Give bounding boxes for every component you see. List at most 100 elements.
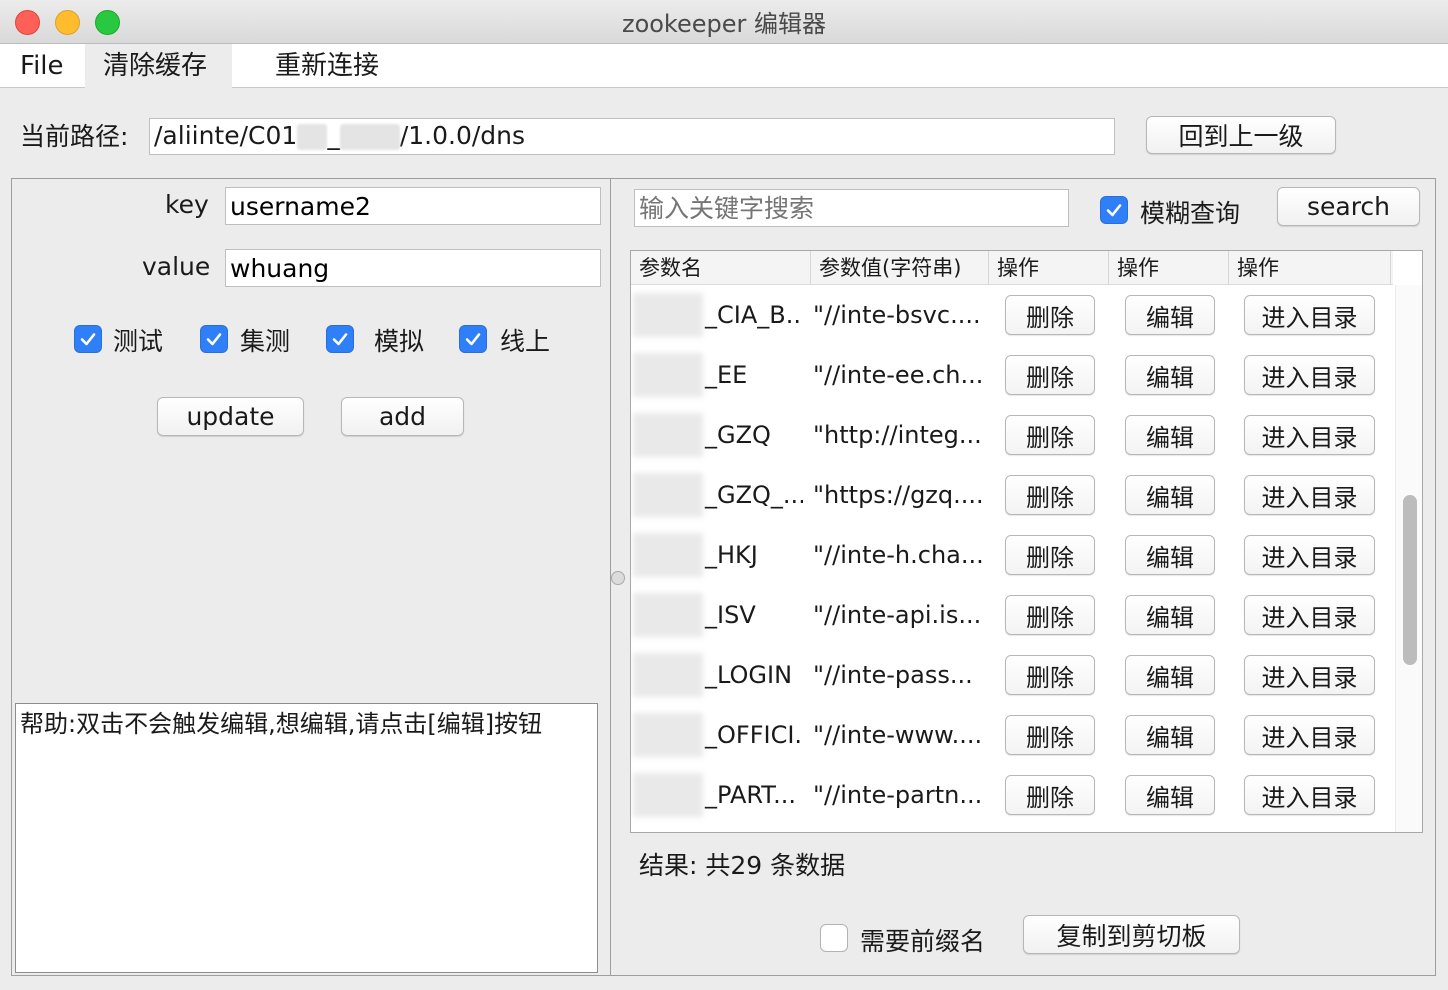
back-up-level-button[interactable]: 回到上一级	[1146, 116, 1336, 154]
params-table: 参数名 参数值(字符串) 操作 操作 操作 _CIA_B... "//inte-b…	[630, 250, 1423, 833]
edit-button[interactable]: 编辑	[1125, 475, 1215, 515]
env-online-label: 线上	[500, 327, 551, 356]
param-name: _CIA_B...	[705, 301, 803, 329]
delete-button[interactable]: 删除	[1005, 775, 1095, 815]
menu-file[interactable]: File	[2, 44, 82, 88]
param-value[interactable]: "//inte-api.is...	[813, 585, 988, 645]
param-value[interactable]: "//inte-h.cha...	[813, 525, 988, 585]
edit-button[interactable]: 编辑	[1125, 775, 1215, 815]
param-name: _ISV	[705, 601, 756, 629]
help-text-area[interactable]: 帮助:双击不会触发编辑,想编辑,请点击[编辑]按钮	[15, 703, 598, 973]
param-name-cell[interactable]: _EE	[631, 345, 803, 405]
edit-button[interactable]: 编辑	[1125, 355, 1215, 395]
table-header: 参数名 参数值(字符串) 操作 操作 操作	[631, 251, 1393, 285]
column-header-action-2[interactable]: 操作	[1109, 251, 1229, 285]
current-path-field[interactable]: /aliinte/C01 _ /1.0.0/dns	[149, 118, 1115, 155]
enter-directory-button[interactable]: 进入目录	[1244, 475, 1375, 515]
column-header-value[interactable]: 参数值(字符串)	[811, 251, 989, 285]
table-row[interactable]: _EE "//inte-ee.ch... 删除 编辑 进入目录	[631, 345, 1391, 405]
menu-clear-cache[interactable]: 清除缓存	[85, 44, 232, 88]
delete-button[interactable]: 删除	[1005, 295, 1095, 335]
delete-button[interactable]: 删除	[1005, 715, 1095, 755]
key-input[interactable]	[225, 187, 601, 225]
check-icon	[465, 333, 481, 346]
delete-button[interactable]: 删除	[1005, 595, 1095, 635]
param-name-cell[interactable]: _CIA_B...	[631, 285, 803, 345]
param-value[interactable]: "//inte-partn...	[813, 765, 988, 825]
path-prefix: /aliinte/C01	[154, 121, 298, 150]
table-scrollbar-thumb[interactable]	[1403, 495, 1417, 665]
param-name-cell[interactable]: _GZQ_...	[631, 465, 803, 525]
redacted-block	[633, 473, 703, 517]
edit-button[interactable]: 编辑	[1125, 595, 1215, 635]
edit-button[interactable]: 编辑	[1125, 715, 1215, 755]
search-input[interactable]	[634, 189, 1069, 227]
param-value[interactable]: "https://gzq....	[813, 465, 988, 525]
enter-directory-button[interactable]: 进入目录	[1244, 775, 1375, 815]
enter-directory-button[interactable]: 进入目录	[1244, 295, 1375, 335]
update-button[interactable]: update	[157, 397, 304, 436]
column-header-name[interactable]: 参数名	[631, 251, 811, 285]
maximize-window-button[interactable]	[95, 10, 120, 35]
table-row[interactable]: _GZQ_... "https://gzq.... 删除 编辑 进入目录	[631, 465, 1391, 525]
need-prefix-checkbox[interactable]	[820, 924, 848, 952]
column-header-action-1[interactable]: 操作	[989, 251, 1109, 285]
redacted-block	[633, 353, 703, 397]
enter-directory-button[interactable]: 进入目录	[1244, 595, 1375, 635]
param-value[interactable]: "//inte-ee.ch...	[813, 345, 988, 405]
param-name: _OFFICI...	[705, 721, 803, 749]
delete-button[interactable]: 删除	[1005, 355, 1095, 395]
enter-directory-button[interactable]: 进入目录	[1244, 415, 1375, 455]
table-row[interactable]: _ISV "//inte-api.is... 删除 编辑 进入目录	[631, 585, 1391, 645]
table-row[interactable]: _LOGIN "//inte-pass... 删除 编辑 进入目录	[631, 645, 1391, 705]
redacted-block	[633, 413, 703, 457]
param-value[interactable]: "http://integ...	[813, 405, 988, 465]
value-input[interactable]	[225, 249, 601, 287]
param-value[interactable]: "//inte-bsvc....	[813, 285, 988, 345]
add-button[interactable]: add	[341, 397, 464, 436]
env-integration-checkbox[interactable]	[200, 325, 228, 353]
fuzzy-search-checkbox[interactable]	[1100, 196, 1128, 224]
enter-directory-button[interactable]: 进入目录	[1244, 355, 1375, 395]
table-row[interactable]: _PART... "//inte-partn... 删除 编辑 进入目录	[631, 765, 1391, 825]
delete-button[interactable]: 删除	[1005, 535, 1095, 575]
env-integration-label: 集测	[240, 327, 291, 356]
delete-button[interactable]: 删除	[1005, 655, 1095, 695]
param-name-cell[interactable]: _LOGIN	[631, 645, 803, 705]
enter-directory-button[interactable]: 进入目录	[1244, 535, 1375, 575]
param-value[interactable]: "//inte-pass...	[813, 645, 988, 705]
param-name: _HKJ	[705, 541, 758, 569]
delete-button[interactable]: 删除	[1005, 475, 1095, 515]
menu-reconnect[interactable]: 重新连接	[257, 44, 397, 88]
table-row[interactable]: _HKJ "//inte-h.cha... 删除 编辑 进入目录	[631, 525, 1391, 585]
param-name-cell[interactable]: _ISV	[631, 585, 803, 645]
enter-directory-button[interactable]: 进入目录	[1244, 715, 1375, 755]
result-count: 结果: 共29 条数据	[639, 851, 846, 880]
delete-button[interactable]: 删除	[1005, 415, 1095, 455]
enter-directory-button[interactable]: 进入目录	[1244, 655, 1375, 695]
param-name-cell[interactable]: _HKJ	[631, 525, 803, 585]
search-button[interactable]: search	[1277, 187, 1420, 226]
need-prefix-label: 需要前缀名	[860, 927, 986, 956]
param-value[interactable]: "//inte-www....	[813, 705, 988, 765]
table-row[interactable]: _OFFICI... "//inte-www.... 删除编辑进入目录	[631, 705, 1391, 765]
table-row[interactable]: _CIA_B... "//inte-bsvc.... 删除 编辑 进入目录	[631, 285, 1391, 345]
param-name-cell[interactable]: _PART...	[631, 765, 803, 825]
table-row[interactable]: _GZQ "http://integ... 删除 编辑 进入目录	[631, 405, 1391, 465]
minimize-window-button[interactable]	[55, 10, 80, 35]
param-name-cell[interactable]: _GZQ	[631, 405, 803, 465]
env-online-checkbox[interactable]	[459, 325, 487, 353]
param-name: _GZQ_...	[705, 481, 803, 509]
param-name-cell[interactable]: _OFFICI...	[631, 705, 803, 765]
copy-to-clipboard-button[interactable]: 复制到剪切板	[1023, 915, 1240, 954]
close-window-button[interactable]	[15, 10, 40, 35]
env-test-checkbox[interactable]	[74, 325, 102, 353]
env-simulation-checkbox[interactable]	[326, 325, 354, 353]
column-header-action-3[interactable]: 操作	[1229, 251, 1391, 285]
redacted-block	[339, 124, 400, 150]
edit-button[interactable]: 编辑	[1125, 415, 1215, 455]
edit-button[interactable]: 编辑	[1125, 535, 1215, 575]
edit-button[interactable]: 编辑	[1125, 295, 1215, 335]
title-bar: zookeeper 编辑器	[0, 0, 1448, 44]
edit-button[interactable]: 编辑	[1125, 655, 1215, 695]
